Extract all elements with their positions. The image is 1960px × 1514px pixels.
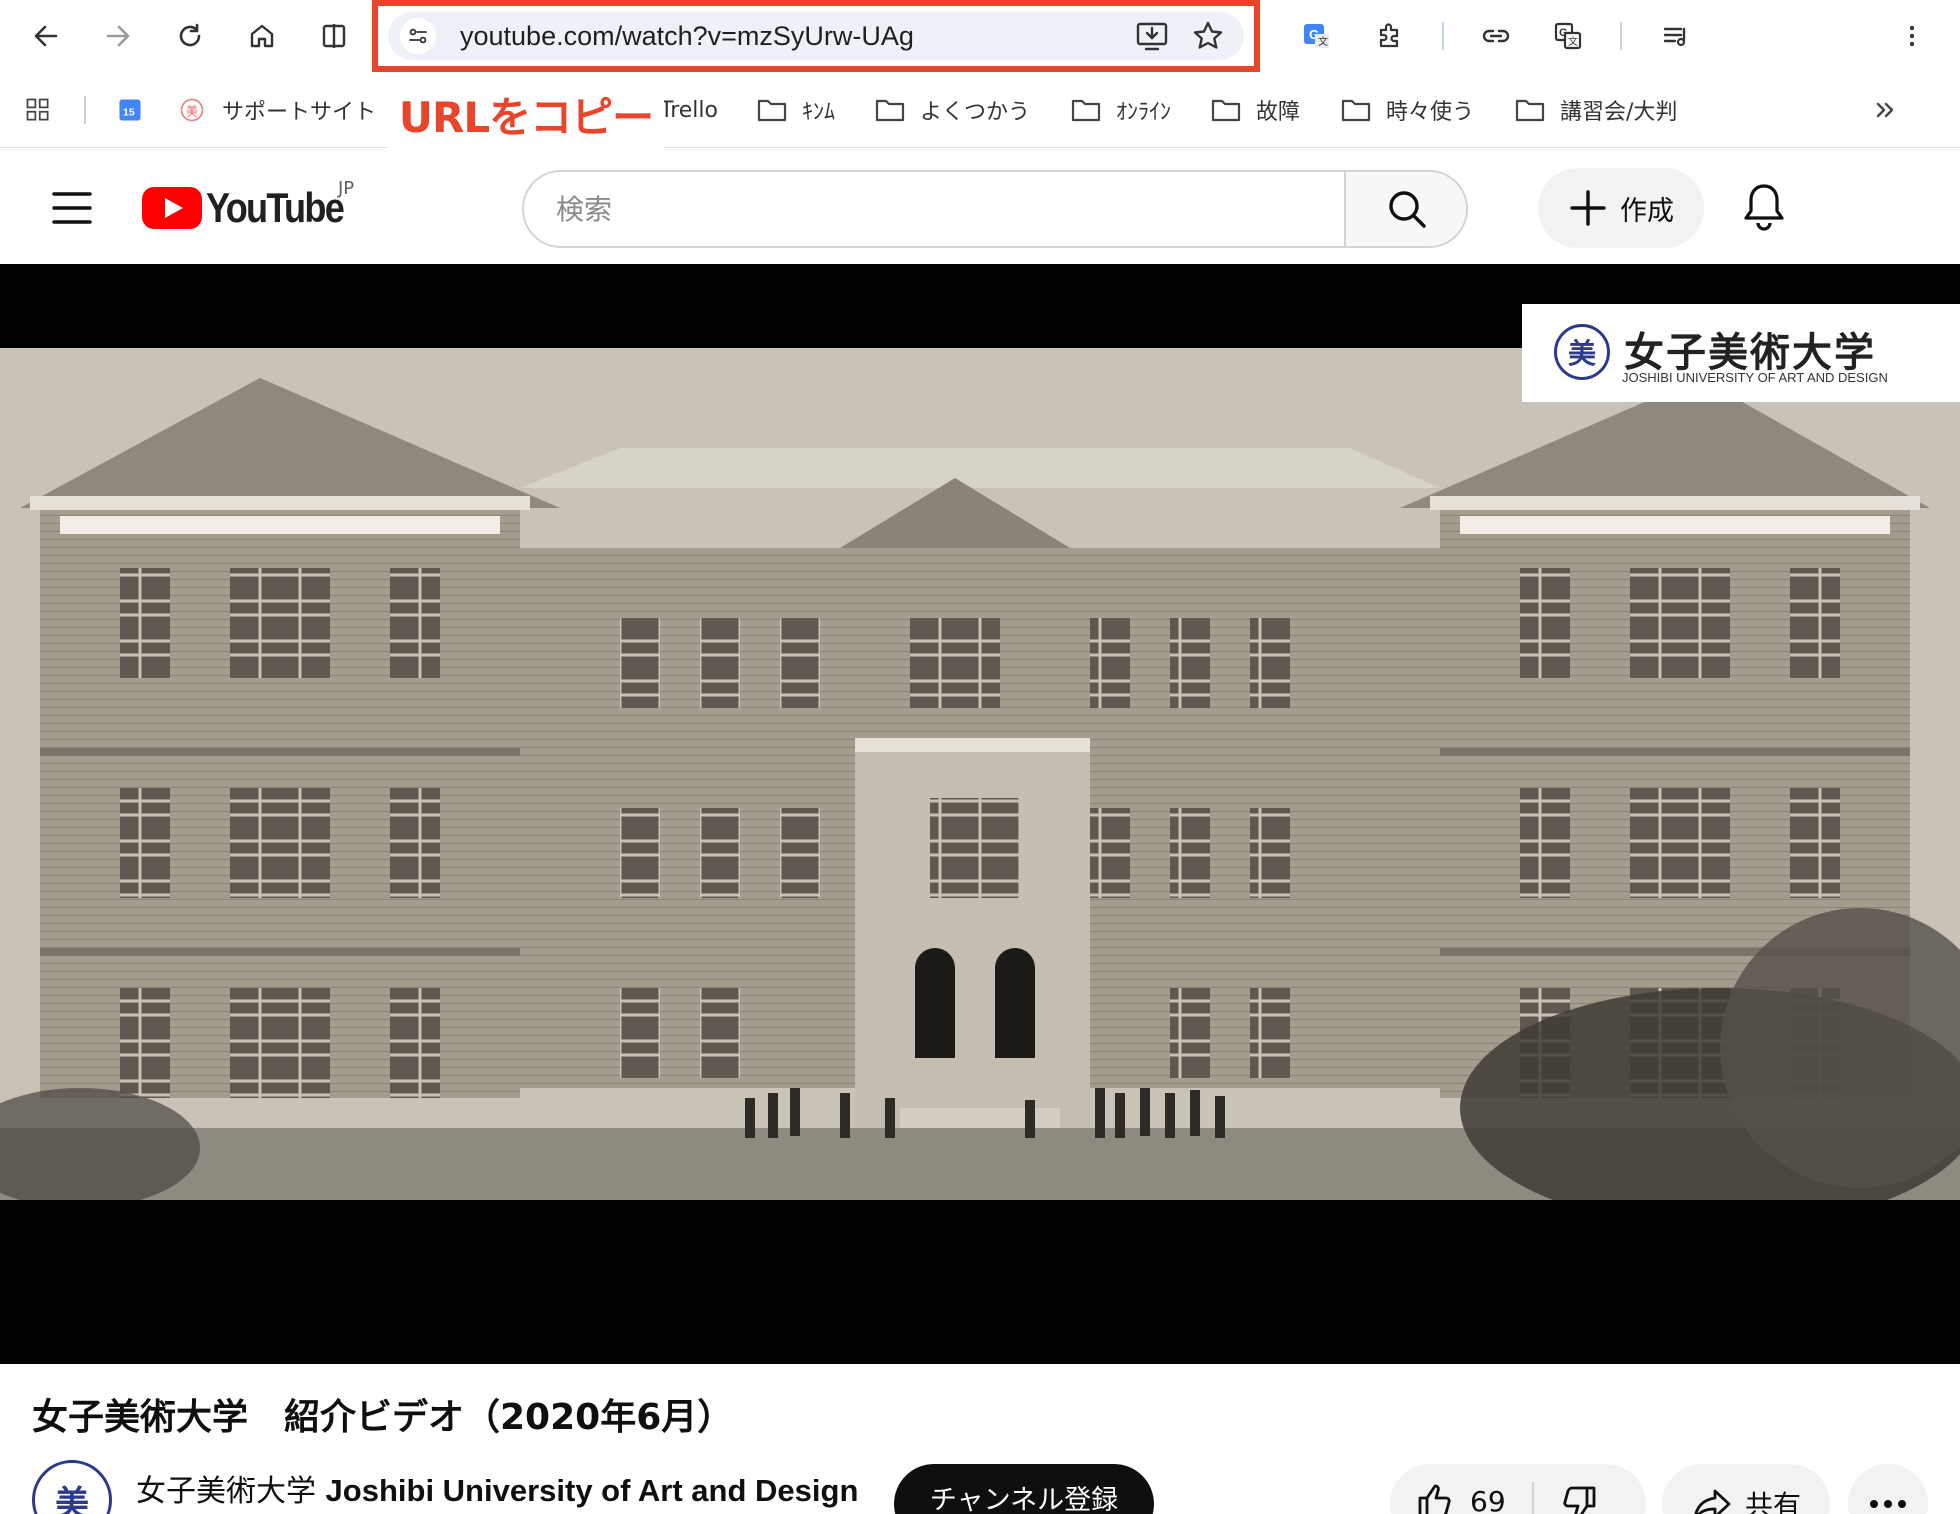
toolbar-separator (1620, 22, 1622, 50)
folder-icon (875, 99, 905, 122)
url-text[interactable]: youtube.com/watch?v=mzSyUrw-UAg (460, 12, 914, 60)
svg-text:文: 文 (1568, 35, 1578, 48)
translate-page-icon[interactable]: G文 (1546, 14, 1590, 58)
reload-icon[interactable] (168, 14, 212, 58)
calendar-icon: 15 (119, 99, 141, 121)
like-count: 69 (1470, 1484, 1506, 1514)
search-input[interactable] (524, 172, 1344, 246)
thumbs-down-icon[interactable] (1558, 1482, 1600, 1514)
subscribe-button[interactable]: チャンネル登録 (894, 1464, 1154, 1514)
bookmark-folder-koushuukai[interactable]: 講習会/大判 (1514, 92, 1677, 128)
create-button[interactable]: 作成 (1538, 168, 1704, 248)
bookmark-support-site[interactable]: 美 サポートサイト (176, 92, 376, 128)
svg-text:15: 15 (123, 106, 135, 118)
video-player[interactable]: 美 女子美術大学 JOSHIBI UNIVERSITY OF ART AND D… (0, 264, 1960, 1364)
folder-icon (757, 99, 787, 122)
video-frame-historic-building (0, 348, 1960, 1200)
toolbar-separator (1442, 22, 1444, 50)
bookmark-folder-online[interactable]: ｵﾝﾗｲﾝ (1070, 92, 1171, 128)
extensions-icon[interactable] (1368, 14, 1412, 58)
bookmark-folder-yokutsukau[interactable]: よくつかう (874, 92, 1030, 128)
bookmark-label: 時々使う (1386, 100, 1475, 125)
video-title: 女子美術大学 紹介ビデオ（2020年6月） (32, 1397, 734, 1438)
folder-icon (1211, 99, 1241, 122)
install-app-icon[interactable] (1134, 18, 1170, 54)
bookmark-label: よくつかう (920, 100, 1031, 125)
channel-name-japanese: 女子美術大学 (136, 1474, 316, 1509)
joshibi-icon: 美 (180, 98, 204, 122)
bookmark-label: サポートサイト (222, 100, 377, 125)
youtube-logo[interactable]: YouTube (142, 184, 365, 231)
youtube-play-icon (142, 187, 202, 229)
like-button[interactable]: 69 (1414, 1480, 1506, 1514)
youtube-logo-text: YouTube (206, 184, 345, 231)
channel-name-english: Joshibi University of Art and Design (325, 1473, 859, 1508)
folder-icon (1341, 99, 1371, 122)
folder-icon (1515, 99, 1545, 122)
browser-menu-icon[interactable] (1890, 14, 1934, 58)
plus-icon (1570, 190, 1606, 226)
youtube-header: YouTube JP 作成 (0, 150, 1960, 264)
building-illustration (0, 348, 1960, 1200)
folder-icon (1071, 99, 1101, 122)
search-button[interactable] (1344, 172, 1466, 246)
bookmark-folder-kinmu[interactable]: ｷﾝﾑ (756, 92, 835, 128)
bookmark-label: 講習会/大判 (1560, 100, 1678, 125)
country-code: JP (338, 178, 355, 199)
copy-url-annotation: URLをコピー (388, 86, 664, 154)
bookmark-folder-tokidoki[interactable]: 時々使う (1340, 92, 1474, 128)
joshibi-logo-overlay: 美 女子美術大学 JOSHIBI UNIVERSITY OF ART AND D… (1522, 304, 1960, 402)
notifications-bell-icon[interactable] (1740, 182, 1788, 232)
more-horizontal-icon (1870, 1500, 1906, 1508)
bookmark-label: ｵﾝﾗｲﾝ (1116, 100, 1172, 125)
search-box (522, 170, 1468, 248)
forward-icon[interactable] (96, 14, 140, 58)
svg-text:美: 美 (186, 104, 198, 118)
share-label: 共有 (1744, 1489, 1801, 1514)
home-icon[interactable] (240, 14, 284, 58)
bookmarks-bar: 15 美 サポートサイト Trello ｷﾝﾑ よくつかう ｵﾝﾗｲﾝ 故障 時… (0, 72, 1960, 148)
more-actions-button[interactable] (1848, 1464, 1928, 1514)
svg-text:文: 文 (1318, 35, 1328, 48)
share-arrow-icon (1694, 1489, 1731, 1514)
bookmark-label: Trello (660, 97, 718, 123)
channel-name[interactable]: 女子美術大学 Joshibi University of Art and Des… (136, 1466, 858, 1510)
bookmark-star-icon[interactable] (1190, 18, 1226, 54)
browser-toolbar: youtube.com/watch?v=mzSyUrw-UAg G文 G文 (0, 0, 1960, 72)
joshibi-seal-icon: 美 (1554, 324, 1610, 380)
apps-grid-icon[interactable] (22, 92, 54, 128)
split-view-icon[interactable] (312, 14, 356, 58)
bookmarks-separator (84, 96, 86, 124)
bookmark-label: 故障 (1256, 100, 1301, 125)
address-bar[interactable]: youtube.com/watch?v=mzSyUrw-UAg (388, 12, 1244, 60)
more-bookmarks-icon[interactable] (1870, 92, 1916, 128)
like-separator (1532, 1482, 1534, 1514)
like-dislike-group: 69 (1390, 1464, 1646, 1514)
bookmark-folder-koshou[interactable]: 故障 (1210, 92, 1300, 128)
share-button[interactable]: 共有 (1662, 1464, 1830, 1514)
create-label: 作成 (1620, 195, 1674, 227)
reading-list-icon[interactable] (1654, 14, 1698, 58)
bookmark-calendar[interactable]: 15 (114, 92, 160, 128)
google-translate-icon[interactable]: G文 (1294, 14, 1338, 58)
bookmark-trello[interactable]: Trello (660, 92, 718, 128)
bookmark-label: ｷﾝﾑ (802, 100, 836, 125)
hamburger-menu-icon[interactable] (50, 188, 94, 228)
back-icon[interactable] (24, 14, 68, 58)
copy-link-icon[interactable] (1474, 14, 1518, 58)
thumbs-up-icon (1418, 1484, 1451, 1514)
site-info-icon[interactable] (400, 18, 436, 54)
search-icon (1389, 191, 1426, 228)
overlay-logo-english: JOSHIBI UNIVERSITY OF ART AND DESIGN (1622, 370, 1888, 385)
channel-avatar[interactable]: 美 (32, 1460, 112, 1514)
